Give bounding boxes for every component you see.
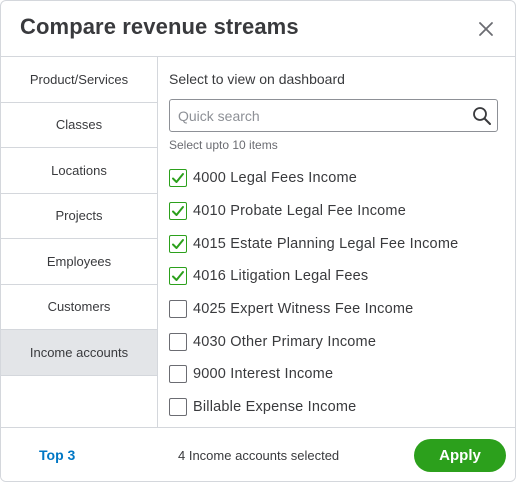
list-item[interactable]: 9000 Interest Income (169, 358, 509, 391)
checkmark-icon (172, 238, 184, 249)
checkbox[interactable] (169, 267, 187, 286)
close-icon[interactable] (475, 18, 497, 40)
selected-count-text: 4 Income accounts selected (178, 448, 340, 463)
sidebar-item-customers[interactable]: Customers (1, 284, 157, 330)
dialog-footer: Top 3 4 Income accounts selected Apply (1, 427, 515, 481)
list-item[interactable]: 4010 Probate Legal Fee Income (169, 195, 509, 228)
sidebar-item-projects[interactable]: Projects (1, 193, 157, 239)
list-item-label: 4030 Other Primary Income (193, 333, 377, 350)
checkbox[interactable] (169, 234, 187, 253)
checkmark-icon (172, 173, 184, 184)
search-icon[interactable] (472, 106, 492, 126)
apply-button[interactable]: Apply (414, 439, 506, 472)
selection-limit-hint: Select upto 10 items (169, 138, 278, 152)
list-item-label: 4016 Litigation Legal Fees (193, 268, 369, 285)
search-box (169, 99, 498, 132)
checkbox[interactable] (169, 202, 187, 221)
dialog-header: Compare revenue streams (1, 1, 515, 57)
sidebar-item-label: Income accounts (29, 344, 129, 360)
sidebar-item-classes[interactable]: Classes (1, 102, 157, 148)
income-account-list: 4000 Legal Fees Income 4010 Probate Lega… (169, 162, 509, 427)
list-item[interactable]: 4015 Estate Planning Legal Fee Income (169, 227, 509, 260)
sidebar-item-income-accounts[interactable]: Income accounts (1, 330, 157, 376)
sidebar-item-employees[interactable]: Employees (1, 239, 157, 285)
list-item[interactable]: 4016 Litigation Legal Fees (169, 260, 509, 293)
checkbox[interactable] (169, 300, 187, 319)
sidebar-item-locations[interactable]: Locations (1, 148, 157, 194)
selection-panel: Select to view on dashboard Select upto … (158, 57, 515, 427)
list-item-label: 9000 Interest Income (193, 366, 334, 383)
search-input[interactable] (178, 106, 463, 126)
list-item-label: 4000 Legal Fees Income (193, 170, 358, 187)
list-item-label: 4025 Expert Witness Fee Income (193, 301, 414, 318)
list-item-label: Billable Expense Income (193, 399, 357, 416)
sidebar-item-label: Product/Services (29, 71, 129, 87)
category-sidebar: Product/Services Classes Locations Proje… (1, 57, 158, 427)
checkbox[interactable] (169, 398, 187, 417)
compare-revenue-dialog: Compare revenue streams Product/Services… (0, 0, 516, 482)
top3-link[interactable]: Top 3 (39, 447, 75, 463)
list-item-label: 4015 Estate Planning Legal Fee Income (193, 235, 459, 252)
checkbox[interactable] (169, 169, 187, 188)
list-item[interactable]: Billable Expense Income (169, 391, 509, 424)
section-title: Select to view on dashboard (169, 71, 345, 87)
sidebar-item-label: Projects (55, 208, 103, 224)
sidebar-item-label: Classes (55, 117, 103, 133)
list-item[interactable]: 4000 Legal Fees Income (169, 162, 509, 195)
list-item[interactable]: 4025 Expert Witness Fee Income (169, 293, 509, 326)
checkmark-icon (172, 271, 184, 282)
list-item-label: 4010 Probate Legal Fee Income (193, 203, 406, 220)
list-item[interactable]: 4030 Other Primary Income (169, 325, 509, 358)
checkbox[interactable] (169, 332, 187, 351)
sidebar-item-label: Employees (46, 253, 112, 269)
checkmark-icon (172, 206, 184, 217)
checkbox[interactable] (169, 365, 187, 384)
sidebar-item-product-services[interactable]: Product/Services (1, 57, 157, 103)
sidebar-item-label: Customers (47, 299, 111, 315)
sidebar-item-label: Locations (51, 162, 107, 178)
dialog-title: Compare revenue streams (20, 14, 299, 39)
